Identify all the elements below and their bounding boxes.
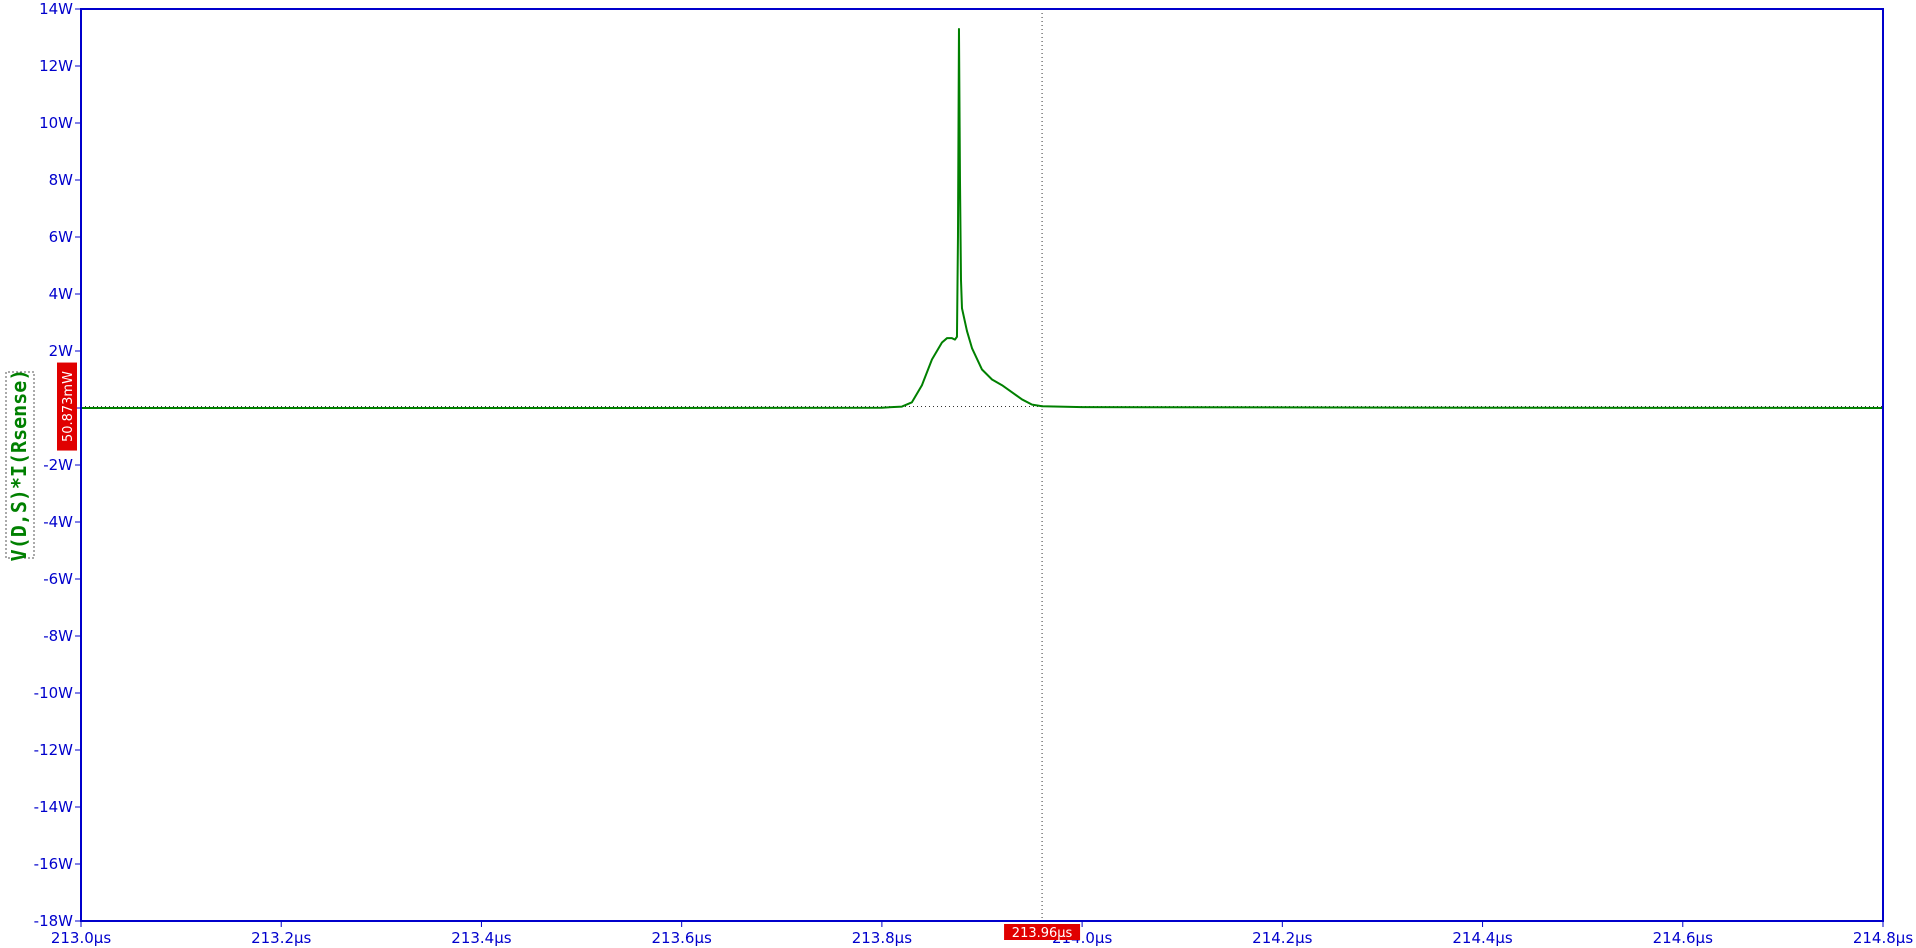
y-tick-label: -4W [43, 513, 73, 531]
trace-title-box[interactable]: V(D,S)*I(Rsense) [5, 369, 35, 562]
x-tick-label: 213.8µs [852, 929, 912, 947]
trace-title: V(D,S)*I(Rsense) [7, 369, 31, 562]
y-tick-label: -14W [34, 798, 73, 816]
x-tick-label: 213.6µs [652, 929, 712, 947]
x-tick-label: 213.4µs [451, 929, 511, 947]
y-tick-label: -12W [34, 741, 73, 759]
x-tick-label: 214.4µs [1452, 929, 1512, 947]
y-tick-label: 10W [39, 114, 73, 132]
y-tick-label: 2W [49, 342, 74, 360]
waveform-plot[interactable]: 213.0µs 213.2µs 213.4µs 213.6µs 213.8µs 214.0… [0, 0, 1916, 948]
y-tick-label: -8W [43, 627, 73, 645]
cursor-y-value: 50.873mW [61, 371, 76, 442]
y-tick-label: -6W [43, 570, 73, 588]
y-tick-label: 6W [49, 228, 74, 246]
y-tick-label: 14W [39, 0, 73, 18]
y-tick-label: -10W [34, 684, 73, 702]
y-tick-label: 4W [49, 285, 74, 303]
y-tick-label: -16W [34, 855, 73, 873]
y-tick-label: 8W [49, 171, 74, 189]
x-tick-label: 214.6µs [1653, 929, 1713, 947]
y-tick-label: 12W [39, 57, 73, 75]
y-tick-label: -18W [34, 912, 73, 930]
x-tick-label: 213.0µs [51, 929, 111, 947]
y-tick-label: -2W [43, 456, 73, 474]
cursor-y-badge: 50.873mW [57, 362, 77, 451]
x-tick-label: 214.8µs [1853, 929, 1913, 947]
x-tick-label: 214.2µs [1252, 929, 1312, 947]
x-tick-label: 213.2µs [251, 929, 311, 947]
cursor-x-value: 213.96µs [1012, 926, 1073, 941]
